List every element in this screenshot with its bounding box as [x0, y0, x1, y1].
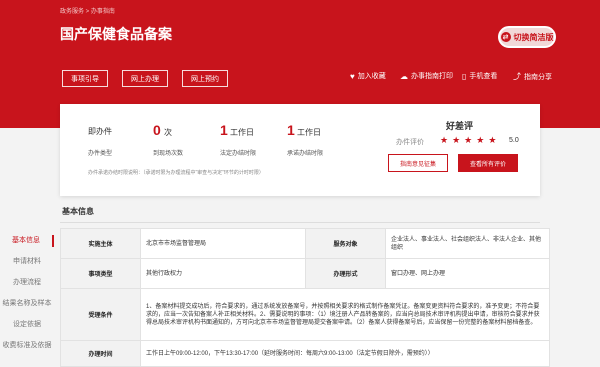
table-row: 办理时间 工作日上午09:00-12:00，下午13:30-17:00（延时服务…: [60, 340, 550, 367]
time-limit-note: 办件承诺办结时限说明：（承诺时限为办理流程中“审查与决定”环节的计时时限）: [88, 170, 264, 176]
legal-limit-label: 法定办结时限: [220, 151, 257, 157]
star-icon: ★: [488, 135, 497, 145]
switch-simple-version-button[interactable]: ⇄ 切换简洁版: [498, 26, 556, 48]
handle-form-value: 窗口办理、网上办理: [385, 258, 550, 289]
star-icon: ★: [440, 135, 449, 145]
section-divider: [60, 222, 540, 223]
switch-icon: ⇄: [500, 32, 511, 42]
implementer-key: 实施主体: [60, 228, 141, 259]
page-title: 国产保健食品备案: [60, 26, 172, 42]
section-title: 基本信息: [62, 207, 94, 216]
table-row: 受理条件 1、备案材料提交成功后，符合要求的，通过系统发放备案号，并按照相关要求…: [60, 288, 550, 341]
visit-count-value: 0: [153, 122, 161, 138]
breadcrumb[interactable]: 政务服务 > 办事指南: [60, 6, 115, 15]
item-type-key: 事项类型: [60, 258, 141, 289]
item-type-value: 其他行政权力: [140, 258, 306, 289]
sidebar-item-materials[interactable]: 申请材料: [0, 256, 54, 266]
table-row: 事项类型 其他行政权力 办理形式 窗口办理、网上办理: [60, 258, 550, 289]
rating-score: 5.0: [509, 137, 519, 144]
promised-limit-value: 1: [287, 122, 295, 138]
summary-card: 即办件 办件类型 0 次 到现场次数 1 工作日 法定办结时限 1 工作日 承诺…: [60, 104, 540, 196]
evaluation-label: 办件评价: [396, 139, 424, 146]
guide-button[interactable]: 事项引导: [62, 70, 108, 87]
basic-info-table: 实施主体 北京市市场监督管理局 服务对象 企业法人、事业法人、社会组织法人、非法…: [60, 228, 550, 367]
promised-limit-label: 承诺办结时限: [287, 151, 324, 157]
share-guide-label: 指南分享: [524, 73, 552, 81]
print-guide-label: 办事指南打印: [411, 73, 453, 80]
rating-stars: ★ ★ ★ ★ ★: [440, 135, 496, 146]
heart-icon: ♥: [350, 71, 355, 81]
table-row: 实施主体 北京市市场监督管理局 服务对象 企业法人、事业法人、社会组织法人、非法…: [60, 228, 550, 259]
online-handle-button[interactable]: 网上办理: [122, 70, 168, 87]
add-favorite-link[interactable]: ♥ 加入收藏: [350, 71, 386, 81]
legal-limit-value: 1: [220, 122, 228, 138]
star-icon: ★: [476, 135, 485, 145]
implementer-value: 北京市市场监督管理局: [140, 228, 306, 259]
office-hours-value: 工作日上午09:00-12:00，下午13:30-17:00（延时服务时间：每周…: [140, 340, 550, 367]
mobile-view-label: 手机查看: [469, 73, 498, 80]
add-favorite-label: 加入收藏: [357, 73, 386, 80]
visit-count-unit: 次: [164, 128, 172, 137]
print-guide-link[interactable]: ☁ 办事指南打印: [400, 71, 453, 81]
handle-type-value: 即办件: [88, 127, 112, 136]
mobile-view-link[interactable]: ▯ 手机查看: [462, 71, 497, 81]
sidebar-item-result-sample[interactable]: 结果名称及样本: [0, 298, 54, 308]
star-icon: ★: [464, 135, 473, 145]
acceptance-condition-value: 1、备案材料提交成功后，符合要求的，通过系统发放备案号，并按照相关要求的格式制作…: [140, 288, 550, 341]
service-target-value: 企业法人、事业法人、社会组织法人、非法人企业、其他组织: [385, 228, 550, 259]
share-icon: ⤴: [513, 72, 521, 81]
online-booking-button[interactable]: 网上预约: [182, 70, 228, 87]
acceptance-condition-key: 受理条件: [60, 288, 141, 341]
switch-label: 切换简洁版: [513, 32, 554, 42]
phone-icon: ▯: [462, 71, 467, 81]
visit-count-label: 到现场次数: [153, 151, 184, 157]
handle-form-key: 办理形式: [305, 258, 386, 289]
star-icon: ★: [452, 135, 461, 145]
sidebar-item-basic-info[interactable]: 基本信息: [0, 235, 54, 247]
sidebar-item-legal-basis[interactable]: 设定依据: [0, 319, 54, 329]
evaluation-title: 好差评: [446, 121, 474, 131]
view-all-reviews-button[interactable]: 查看所有评价: [458, 154, 518, 172]
share-guide-link[interactable]: ⤴ 指南分享: [513, 71, 552, 82]
promised-limit-unit: 工作日: [297, 128, 321, 137]
cloud-icon: ☁: [400, 71, 408, 81]
guide-feedback-button[interactable]: 指南意见征集: [388, 154, 448, 172]
sidebar-item-fees[interactable]: 收费标准及依据: [0, 340, 54, 350]
office-hours-key: 办理时间: [60, 340, 141, 367]
legal-limit-unit: 工作日: [230, 128, 254, 137]
sidebar-item-process[interactable]: 办理流程: [0, 277, 54, 287]
handle-type-label: 办件类型: [88, 151, 113, 157]
service-target-key: 服务对象: [305, 228, 386, 259]
